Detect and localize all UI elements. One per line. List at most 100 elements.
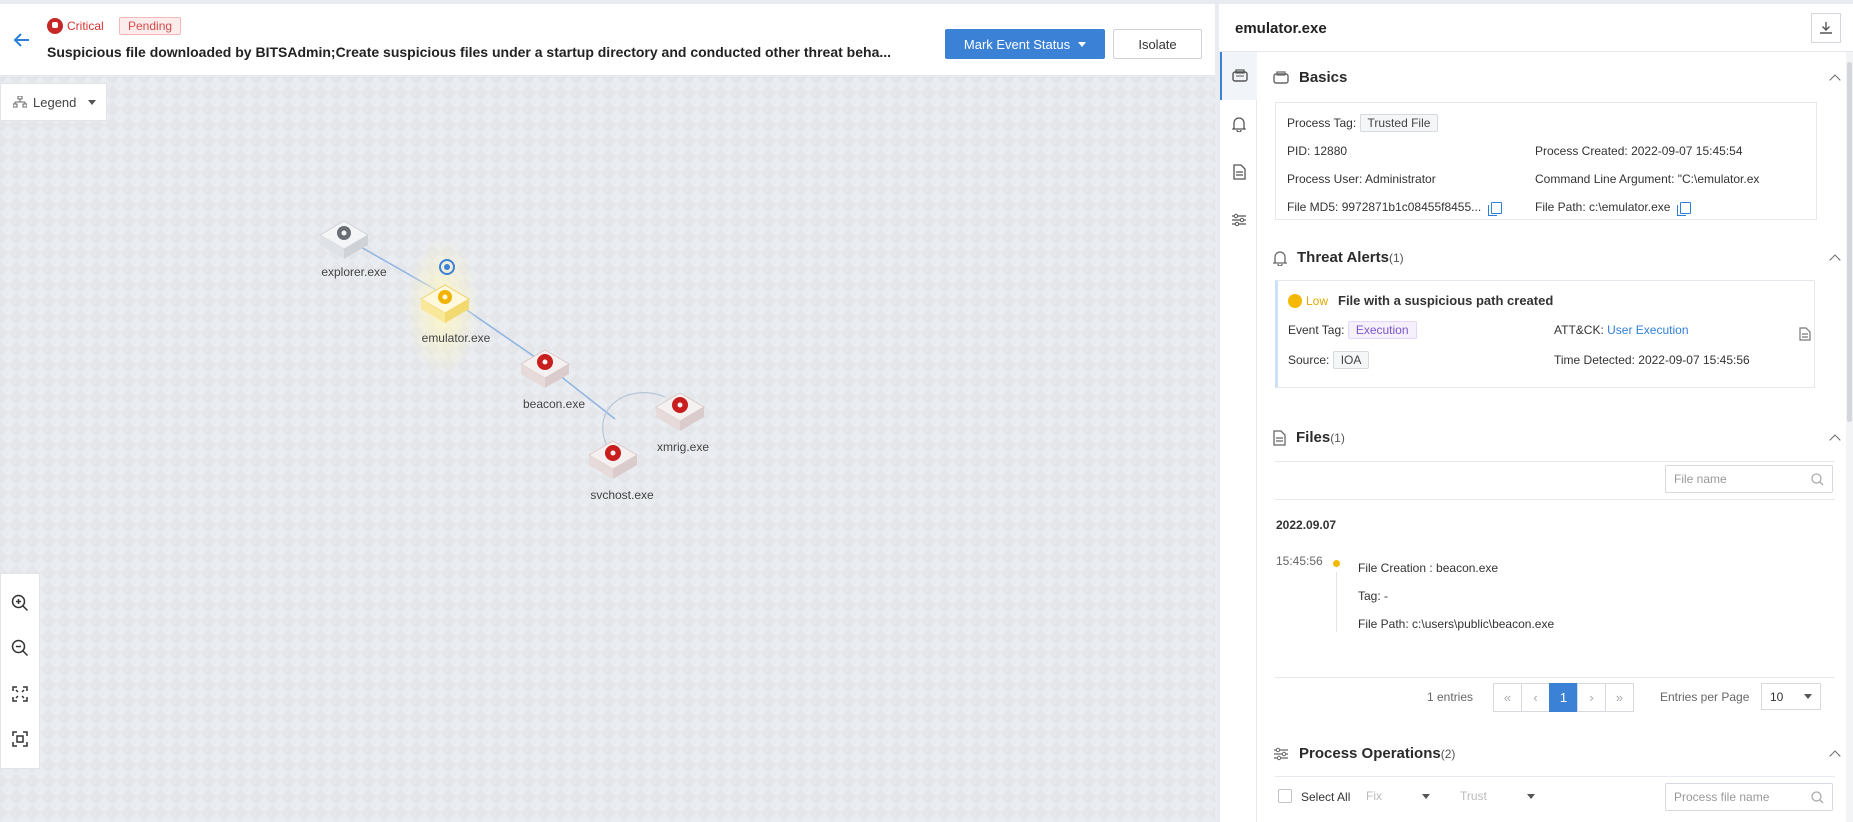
node-xmrig	[655, 392, 705, 431]
file-creation-label: File Creation :	[1358, 561, 1433, 575]
source-value: IOA	[1332, 351, 1370, 369]
process-graph-canvas[interactable]: Legend explorer.exe emulator.exe beacon.…	[0, 77, 1215, 822]
focus-icon[interactable]	[9, 728, 31, 750]
time-detected-label: Time Detected:	[1554, 353, 1635, 367]
download-icon[interactable]	[1811, 13, 1841, 43]
severity-label: Critical	[67, 19, 104, 33]
caret-down-icon	[1804, 694, 1812, 699]
prev-page-icon[interactable]: ‹	[1521, 683, 1550, 712]
node-label-svchost[interactable]: svchost.exe	[590, 488, 653, 502]
attck-link[interactable]: User Execution	[1607, 323, 1688, 337]
panel-scrollbar[interactable]	[1846, 52, 1853, 822]
select-all-checkbox[interactable]	[1278, 789, 1292, 803]
command-line-label: Command Line Argument:	[1535, 172, 1675, 186]
fit-screen-icon[interactable]	[9, 683, 31, 705]
process-created-row: Process Created: 2022-09-07 15:45:54	[1535, 144, 1743, 158]
isolate-button[interactable]: Isolate	[1113, 29, 1202, 59]
per-page-value: 10	[1770, 689, 1784, 704]
page-number-button[interactable]: 1	[1549, 683, 1578, 712]
files-divider-2	[1275, 499, 1835, 500]
pid-label: PID:	[1287, 144, 1311, 158]
node-label-xmrig[interactable]: xmrig.exe	[657, 440, 709, 454]
pid-value: 12880	[1313, 144, 1348, 158]
copy-path-icon[interactable]	[1676, 201, 1691, 216]
caret-down-icon	[1078, 41, 1087, 47]
alert-card[interactable]: Low File with a suspicious path created …	[1275, 280, 1815, 388]
alert-level-badge: Low	[1288, 294, 1328, 308]
zoom-out-icon[interactable]	[9, 637, 31, 659]
source-row: Source: IOA	[1288, 351, 1370, 369]
operations-heading: Process Operations	[1299, 745, 1441, 762]
trust-dropdown[interactable]: Trust	[1460, 784, 1540, 808]
file-md5-label: File MD5:	[1287, 200, 1339, 214]
per-page-label: Entries per Page	[1660, 690, 1750, 704]
next-page-icon[interactable]: ›	[1577, 683, 1606, 712]
process-user-label: Process User:	[1287, 172, 1363, 186]
process-file-placeholder: Process file name	[1674, 790, 1770, 804]
process-file-search-input[interactable]: Process file name	[1665, 783, 1833, 811]
command-line-value: "C:\emulator.ex	[1677, 172, 1760, 186]
file-tag-value: -	[1384, 589, 1389, 603]
zoom-in-icon[interactable]	[9, 592, 31, 614]
alerts-count: (1)	[1388, 251, 1404, 265]
nav-files-icon[interactable]	[1220, 148, 1258, 196]
file-path-value: c:\emulator.exe	[1589, 200, 1671, 214]
last-page-icon[interactable]: »	[1605, 683, 1634, 712]
collapse-operations-icon[interactable]	[1829, 750, 1841, 762]
collapse-basics-icon[interactable]	[1829, 74, 1841, 86]
event-tag-label: Event Tag:	[1288, 323, 1345, 337]
event-tag-row: Event Tag: Execution	[1288, 321, 1417, 339]
select-all-label: Select All	[1301, 790, 1351, 804]
process-created-label: Process Created:	[1535, 144, 1628, 158]
node-label-beacon[interactable]: beacon.exe	[523, 397, 585, 411]
mark-event-status-button[interactable]: Mark Event Status	[945, 29, 1105, 59]
process-tag-value: Trusted File	[1359, 114, 1439, 132]
process-user-row: Process User: Administrator	[1287, 172, 1436, 186]
nav-operations-icon[interactable]	[1220, 196, 1258, 244]
files-section-header[interactable]: Files(1)	[1273, 429, 1345, 446]
collapse-alerts-icon[interactable]	[1829, 254, 1841, 266]
search-icon[interactable]	[1811, 791, 1824, 804]
search-icon[interactable]	[1811, 473, 1824, 486]
node-svchost	[588, 440, 638, 479]
files-divider-3	[1275, 677, 1835, 678]
node-label-emulator[interactable]: emulator.exe	[422, 331, 491, 345]
basics-section-header[interactable]: Basics	[1273, 69, 1347, 86]
operations-divider	[1275, 776, 1835, 777]
fix-dropdown[interactable]: Fix	[1366, 784, 1446, 808]
pid-row: PID: 12880	[1287, 144, 1347, 158]
process-icon	[1273, 70, 1289, 84]
alert-level: Low	[1306, 294, 1329, 308]
detail-nav-rail	[1219, 52, 1258, 822]
node-label-explorer[interactable]: explorer.exe	[321, 265, 386, 279]
per-page-select[interactable]: 10	[1761, 683, 1821, 710]
files-heading: Files	[1296, 429, 1331, 446]
file-icon	[1273, 429, 1286, 446]
command-line-row: Command Line Argument: "C:\emulator.ex	[1535, 172, 1813, 186]
graph-toolbar	[0, 573, 40, 769]
scroll-thumb[interactable]	[1847, 62, 1852, 422]
back-arrow-icon[interactable]	[12, 30, 32, 50]
timeline-line	[1336, 572, 1337, 632]
sliders-icon	[1274, 747, 1288, 760]
trust-label: Trust	[1460, 789, 1487, 803]
operations-section-header[interactable]: Process Operations(2)	[1273, 745, 1455, 762]
process-created-value: 2022-09-07 15:45:54	[1631, 144, 1743, 158]
nav-basics-icon[interactable]	[1220, 52, 1258, 100]
file-creation-value: beacon.exe	[1436, 561, 1499, 575]
copy-md5-icon[interactable]	[1487, 201, 1502, 216]
event-title: Suspicious file downloaded by BITSAdmin;…	[47, 44, 892, 60]
file-name-search-input[interactable]: File name	[1665, 465, 1833, 493]
nav-alerts-icon[interactable]	[1220, 100, 1258, 148]
alert-detail-icon[interactable]	[1799, 327, 1811, 344]
file-md5-value: 9972871b1c08455f8455...	[1341, 200, 1482, 214]
first-page-icon[interactable]: «	[1493, 683, 1522, 712]
alerts-heading: Threat Alerts	[1297, 249, 1389, 266]
fix-label: Fix	[1366, 789, 1382, 803]
basics-heading: Basics	[1299, 69, 1348, 86]
file-tag-row: Tag: -	[1358, 589, 1388, 603]
file-path-entry-row: File Path: c:\users\public\beacon.exe	[1358, 617, 1554, 631]
collapse-files-icon[interactable]	[1829, 434, 1841, 446]
time-detected-row: Time Detected: 2022-09-07 15:45:56	[1554, 353, 1750, 367]
alerts-section-header[interactable]: Threat Alerts(1)	[1273, 249, 1404, 266]
